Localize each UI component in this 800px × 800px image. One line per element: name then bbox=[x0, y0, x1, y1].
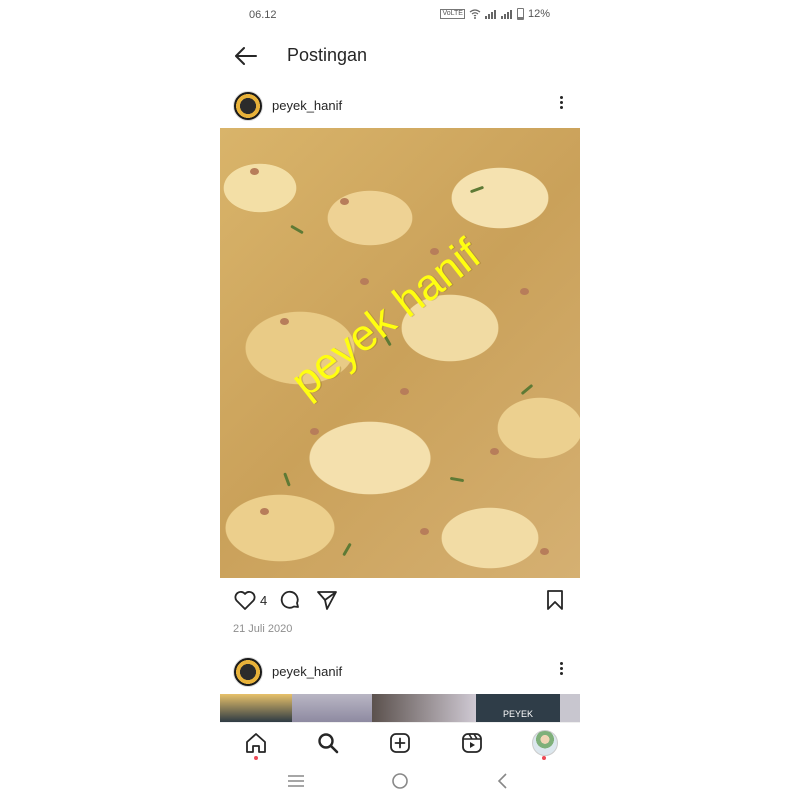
like-count[interactable]: 4 bbox=[260, 593, 267, 608]
peanut-decor bbox=[340, 198, 349, 205]
leaf-decor bbox=[342, 542, 352, 557]
peanut-decor bbox=[310, 428, 319, 435]
more-icon[interactable] bbox=[558, 94, 564, 114]
peanut-decor bbox=[540, 548, 549, 555]
peanut-decor bbox=[280, 318, 289, 325]
avatar[interactable] bbox=[233, 91, 263, 121]
phone-screen: 06.12 VoLTE 12% Postingan peyek_hanif pe… bbox=[220, 0, 580, 800]
more-icon[interactable] bbox=[558, 660, 564, 680]
add-post-icon[interactable] bbox=[388, 731, 412, 755]
post-username[interactable]: peyek_hanif bbox=[272, 664, 342, 679]
peanut-decor bbox=[490, 448, 499, 455]
system-nav bbox=[220, 764, 580, 800]
leaf-decor bbox=[283, 472, 291, 487]
comment-icon[interactable] bbox=[278, 588, 302, 612]
peanut-decor bbox=[250, 168, 259, 175]
signal-icon bbox=[484, 9, 497, 19]
battery-icon bbox=[516, 8, 524, 20]
post-date: 21 Juli 2020 bbox=[233, 623, 293, 635]
peanut-decor bbox=[520, 288, 529, 295]
peanut-decor bbox=[260, 508, 269, 515]
menu-icon[interactable] bbox=[287, 773, 305, 789]
bookmark-icon[interactable] bbox=[543, 588, 567, 612]
leaf-decor bbox=[520, 383, 534, 396]
search-icon[interactable] bbox=[316, 731, 340, 755]
post-image[interactable]: peyek hanif bbox=[220, 128, 580, 578]
image-watermark: peyek hanif bbox=[282, 229, 490, 407]
leaf-decor bbox=[290, 224, 304, 235]
profile-notification-dot bbox=[542, 756, 546, 760]
reels-icon[interactable] bbox=[460, 731, 484, 755]
image-tile bbox=[372, 694, 476, 722]
status-icons: VoLTE 12% bbox=[440, 8, 550, 20]
image-tile bbox=[292, 694, 372, 722]
wifi-icon bbox=[469, 9, 481, 19]
volte-icon: VoLTE bbox=[440, 9, 465, 19]
home-icon[interactable] bbox=[244, 731, 268, 755]
profile-avatar[interactable] bbox=[532, 730, 558, 756]
post-header: peyek_hanif bbox=[220, 88, 580, 124]
next-post-image[interactable]: PEYEK bbox=[220, 694, 580, 722]
bottom-nav bbox=[220, 722, 580, 763]
peanut-decor bbox=[420, 528, 429, 535]
peanut-decor bbox=[360, 278, 369, 285]
page-header: Postingan bbox=[220, 38, 580, 74]
next-post-header: peyek_hanif bbox=[220, 654, 580, 690]
post-username[interactable]: peyek_hanif bbox=[272, 98, 342, 113]
back-chevron-icon[interactable] bbox=[496, 772, 510, 790]
leaf-decor bbox=[469, 185, 485, 194]
share-icon[interactable] bbox=[315, 588, 339, 612]
heart-icon[interactable] bbox=[233, 588, 257, 612]
image-tile bbox=[560, 694, 580, 722]
post-actions: 4 bbox=[220, 588, 580, 614]
page-title: Postingan bbox=[287, 45, 368, 65]
home-circle-icon[interactable] bbox=[391, 772, 409, 790]
leaf-decor bbox=[449, 476, 465, 483]
peanut-decor bbox=[400, 388, 409, 395]
notification-dot bbox=[254, 756, 258, 760]
arrow-left-icon[interactable] bbox=[232, 42, 260, 70]
battery-percent: 12% bbox=[527, 8, 550, 20]
image-tile-logo: PEYEK bbox=[476, 694, 560, 722]
status-bar: 06.12 VoLTE 12% bbox=[220, 6, 580, 24]
status-time: 06.12 bbox=[249, 9, 277, 21]
avatar[interactable] bbox=[233, 657, 263, 687]
image-tile bbox=[220, 694, 292, 722]
signal-icon-2 bbox=[500, 9, 513, 19]
